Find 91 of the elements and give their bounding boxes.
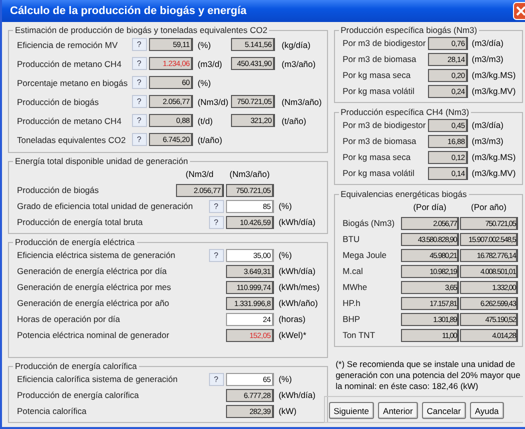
field-label: Porcentaje metano en biogás — [17, 78, 129, 88]
field-label: Producción de energía calorífica — [17, 390, 140, 400]
help-button[interactable]: ? — [132, 114, 147, 127]
field-label: Eficiencia de remoción MV — [17, 40, 119, 50]
dialog-button[interactable]: Cancelar — [422, 402, 466, 419]
field-label: Por m3 de biomasa — [342, 54, 418, 64]
field-label: Por kg masa seca — [342, 152, 412, 162]
field-label: Generación de energía eléctrica por mes — [17, 282, 172, 292]
column-header: (Nm3/d — [184, 169, 215, 179]
unit-label: (t/año) — [196, 134, 224, 144]
field-label: Biogás (Nm3) — [342, 218, 396, 228]
field-label: Eficiencia calorífica sistema de generación — [17, 374, 179, 384]
field-label: Producción de metano CH4 — [17, 116, 122, 126]
help-button[interactable]: ? — [132, 133, 147, 146]
field-label: Eficiencia eléctrica sistema de generación — [17, 250, 176, 260]
unit-label: (kW) — [278, 406, 298, 416]
unit-label: (horas) — [278, 314, 307, 324]
section-title: Equivalencias energéticas biogás — [340, 189, 468, 199]
section-title: Producción específica CH4 (Nm3) — [340, 107, 470, 117]
section-title: Producción de energía eléctrica — [14, 237, 136, 247]
field-label: M.cal — [342, 266, 364, 276]
unit-label: (m3/kg.MV) — [470, 168, 517, 178]
window-title: Cálculo de la producción de biogás y energía — [10, 5, 247, 17]
field-label: Grado de eficiencia total unidad de generación — [17, 201, 194, 211]
unit-label: (%) — [278, 374, 293, 384]
field-label: MWhe — [342, 282, 368, 292]
unit-label: (m3/año) — [280, 58, 317, 68]
dialog-button[interactable]: Siguiente — [328, 402, 374, 419]
unit-label: (t/d) — [196, 116, 214, 126]
unit-label: (m3/d) — [196, 58, 224, 68]
field-label: Ton TNT — [342, 330, 376, 340]
unit-label: (m3/kg.MS) — [470, 70, 517, 80]
unit-label: (kWh/día) — [278, 217, 316, 227]
unit-label: (m3/m3) — [470, 54, 504, 64]
field-label: Producción de metano CH4 — [17, 58, 122, 68]
unit-label: (Nm3/d) — [196, 96, 229, 106]
unit-label: (t/año) — [280, 116, 308, 126]
unit-label: (kWh/año) — [278, 298, 319, 308]
field-label: Generación de energía eléctrica por día — [17, 266, 168, 276]
unit-label: (%) — [196, 40, 212, 50]
unit-label: (kWh/día) — [278, 266, 316, 276]
help-button[interactable]: ? — [132, 57, 147, 70]
field-label: Por m3 de biodigestor — [342, 120, 426, 130]
dialog-button[interactable]: Anterior — [378, 402, 418, 419]
field-label: Toneladas equivalentes CO2 — [17, 134, 127, 144]
field-label: Por kg masa seca — [342, 70, 412, 80]
unit-label: (m3/kg.MV) — [470, 86, 517, 96]
unit-label: (%) — [278, 250, 293, 260]
help-button[interactable]: ? — [132, 38, 147, 51]
column-header: (Por año) — [470, 202, 508, 212]
help-button[interactable]: ? — [208, 216, 224, 228]
field-label: BHP — [342, 314, 362, 324]
help-button[interactable]: ? — [132, 95, 147, 108]
unit-label: (m3/día) — [470, 120, 504, 130]
field-label: Mega Joule — [342, 250, 388, 260]
unit-label: (m3/m3) — [470, 136, 504, 146]
column-header: (Nm3/año) — [228, 169, 271, 179]
unit-label: (m3/día) — [470, 38, 504, 48]
field-label: Potencia calorífica — [17, 406, 88, 416]
field-label: Por m3 de biodigestor — [342, 38, 426, 48]
help-button[interactable]: ? — [208, 200, 224, 212]
help-button[interactable]: ? — [208, 248, 224, 262]
section-title: Producción de energía calorífica — [14, 361, 138, 371]
close-icon[interactable] — [513, 2, 525, 20]
field-label: HP.h — [342, 298, 362, 308]
section-title: Energía total disponible unidad de generación — [14, 156, 189, 166]
footnote: (*) Se recomienda que se instale una unidad de generación con una potencia del 20% mayor que la nominal: en éste caso: 182,46 (kW) — [334, 358, 522, 392]
unit-label: (Nm3/año) — [280, 96, 323, 106]
field-label: Por kg masa volátil — [342, 86, 416, 96]
field-label: Por kg masa volátil — [342, 168, 416, 178]
column-header: (Por día) — [412, 202, 448, 212]
section-title: Producción específica biogás (Nm3) — [340, 25, 478, 35]
field-label: Por m3 de biomasa — [342, 136, 418, 146]
unit-label: (m3/kg.MS) — [470, 152, 517, 162]
field-label: Potencia eléctrica nominal de generador — [17, 330, 170, 340]
unit-label: (kWh/día) — [278, 390, 316, 400]
unit-label: (kg/día) — [280, 40, 312, 50]
unit-label: (kWh/mes) — [278, 282, 321, 292]
unit-label: (%) — [278, 201, 293, 211]
help-button[interactable]: ? — [208, 372, 224, 386]
field-label: Horas de operación por día — [17, 314, 122, 324]
field-label: Producción de biogás — [17, 185, 100, 195]
dialog-button[interactable]: Ayuda — [470, 402, 504, 419]
unit-label: (kWel)* — [278, 330, 308, 340]
field-label: Producción de energía total bruta — [17, 217, 144, 227]
unit-label: (%) — [196, 78, 212, 88]
field-label: BTU — [342, 234, 361, 244]
field-label: Producción de biogás — [17, 96, 100, 106]
section-title: Estimación de producción de biogás y toneladas equivalentes CO2 — [14, 25, 268, 35]
field-label: Generación de energía eléctrica por año — [17, 298, 170, 308]
help-button[interactable]: ? — [132, 76, 147, 89]
